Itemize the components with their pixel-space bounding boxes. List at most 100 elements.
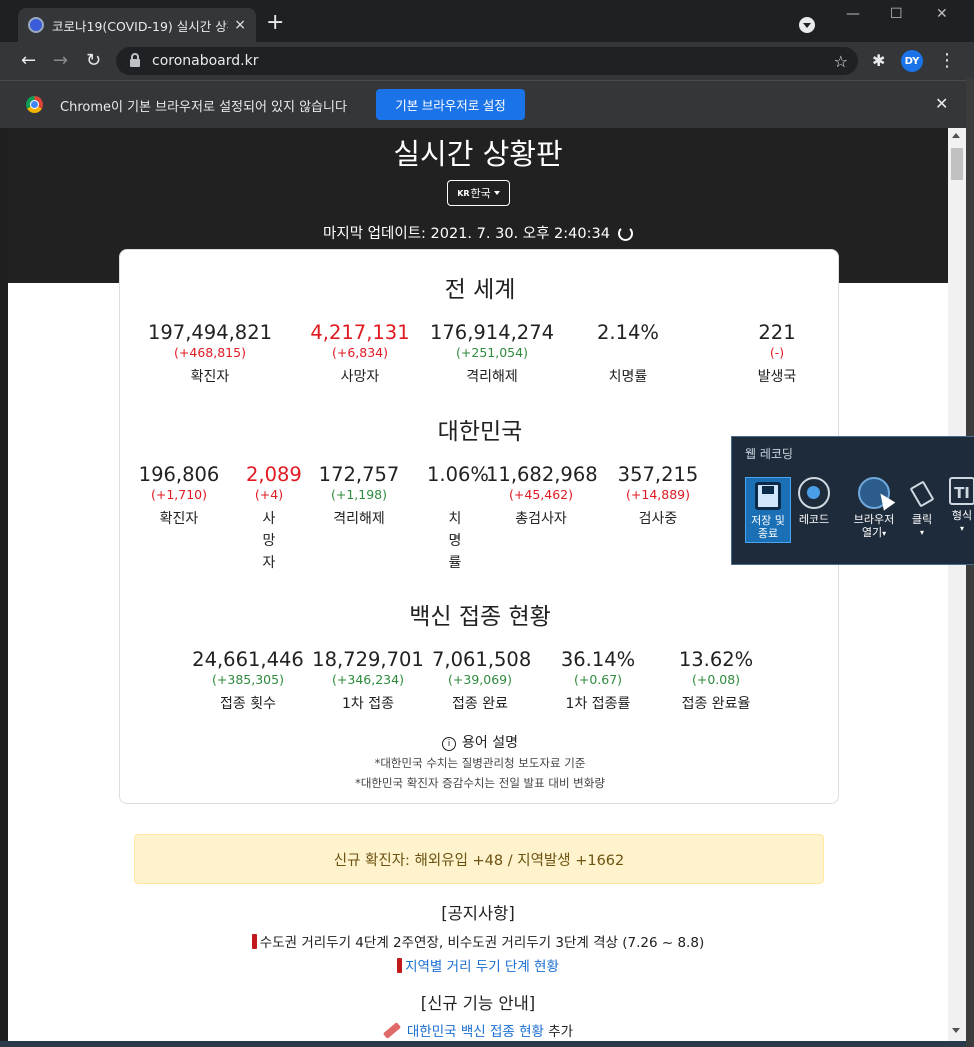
stat-delta: (+0.67) — [573, 672, 623, 687]
exclamation-icon — [397, 958, 403, 973]
stat-label: 치명률 — [448, 511, 462, 571]
caret-down-icon — [493, 191, 500, 195]
world-recovered: 176,914,274 (+251,054) 격리해제 — [424, 321, 560, 388]
stat-delta: (+45,462) — [509, 487, 573, 502]
chrome-logo-icon — [26, 96, 43, 113]
stat-label: 발생국 — [757, 369, 797, 385]
back-icon[interactable]: ← — [21, 50, 36, 71]
text-format-icon: TI — [949, 477, 974, 505]
korea-fatality: 1.06% 치명률 — [427, 463, 489, 574]
infobar-close-icon[interactable]: ✕ — [935, 94, 948, 113]
scroll-down-arrow-icon[interactable] — [952, 1028, 960, 1033]
vaccine-complete-rate: 13.62% (+0.08) 접종 완료율 — [668, 648, 764, 715]
page-title: 실시간 상황판 — [393, 137, 563, 171]
bookmark-star-icon[interactable]: ☆ — [834, 52, 848, 71]
info-icon: i — [442, 737, 456, 751]
country-flag-code: KR — [457, 188, 470, 198]
stat-label: 확진자 — [159, 511, 199, 527]
korea-confirmed: 196,806 (+1,710) 확진자 — [132, 463, 226, 530]
extensions-icon[interactable]: ✱ — [872, 51, 885, 70]
address-bar[interactable]: coronaboard.kr ☆ — [116, 47, 858, 75]
new-tab-button[interactable]: + — [266, 12, 284, 34]
save-label-2: 종료 — [757, 527, 779, 540]
stat-delta: (+346,234) — [332, 672, 404, 687]
stat-value: 36.14% — [560, 648, 636, 671]
stat-delta — [576, 345, 680, 360]
exclamation-icon — [251, 934, 257, 949]
vaccine-status-link[interactable]: 대한민국 백신 접종 현황 — [407, 1024, 544, 1040]
vaccine-first-dose: 18,729,701 (+346,234) 1차 접종 — [312, 648, 424, 715]
record-icon — [798, 477, 830, 509]
dropdown-caret-icon: ▾ — [959, 524, 964, 533]
last-updated: 마지막 업데이트: 2021. 7. 30. 오후 2:40:34 — [8, 222, 948, 243]
open-browser-button[interactable]: 브라우저 열기▾ — [850, 477, 898, 540]
dropdown-caret-icon: ▾ — [882, 529, 887, 538]
korea-deaths: 2,089 (+4) 사망자 — [246, 463, 302, 574]
stat-delta: (+4) — [254, 487, 284, 502]
stat-label: 사망자 — [340, 369, 380, 385]
reload-icon[interactable]: ↻ — [86, 50, 101, 71]
tab-search-icon[interactable] — [799, 17, 815, 33]
glossary-note-1: *대한민국 수치는 질병관리청 보도자료 기준 — [374, 756, 586, 770]
page-scrollbar[interactable] — [948, 128, 966, 1047]
browser-label-1: 브라우저 — [853, 513, 895, 526]
world-heading: 전 세계 — [444, 277, 516, 303]
stat-label: 접종 완료 — [452, 696, 508, 712]
save-and-exit-button[interactable]: 저장 및 종료 — [745, 477, 791, 543]
recording-panel-title: 웹 레코딩 — [745, 447, 793, 461]
floppy-disk-icon — [755, 482, 781, 510]
notice-text: 수도권 거리두기 4단계 2주연장, 비수도권 거리두기 3단계 격상 (7.2… — [259, 935, 705, 951]
stat-value: 196,806 — [138, 463, 220, 486]
lock-icon[interactable] — [130, 53, 140, 67]
window-close-button[interactable]: ✕ — [936, 6, 948, 22]
stat-value: 172,757 — [318, 463, 400, 486]
stat-delta: (+6,834) — [331, 345, 388, 360]
stat-label: 접종 횟수 — [220, 696, 276, 712]
distancing-levels-link[interactable]: 지역별 거리 두기 단계 현황 — [405, 959, 559, 975]
stat-label: 총검사자 — [515, 511, 567, 527]
format-button[interactable]: TI 형식 ▾ — [942, 477, 974, 535]
stat-delta: (+251,054) — [456, 345, 528, 360]
stat-value: 24,661,446 — [192, 648, 304, 671]
world-confirmed: 197,494,821 (+468,815) 확진자 — [142, 321, 278, 388]
stat-value: 4,217,131 — [310, 321, 410, 344]
stat-delta: (+0.08) — [691, 672, 741, 687]
vaccine-complete: 7,061,508 (+39,069) 접종 완료 — [432, 648, 532, 715]
glossary-link[interactable]: i 용어 설명 — [120, 732, 840, 752]
stat-label: 치명률 — [608, 369, 648, 385]
click-label: 클릭 — [911, 513, 933, 526]
korea-tested: 11,682,968 (+45,462) 총검사자 — [486, 463, 598, 530]
browser-tab[interactable]: 코로나19(COVID-19) 실시간 상황 × — [18, 8, 256, 42]
taskbar-edge — [0, 1041, 966, 1047]
profile-avatar[interactable]: DY — [901, 50, 923, 72]
maximize-button[interactable]: ☐ — [890, 6, 903, 22]
country-dropdown[interactable]: KR 한국 — [447, 180, 510, 206]
scroll-up-arrow-icon[interactable] — [952, 133, 960, 138]
stat-label: 사망자 — [262, 511, 276, 571]
vaccine-heading: 백신 접종 현황 — [409, 604, 551, 630]
stat-value: 13.62% — [678, 648, 754, 671]
stat-delta: (-) — [769, 345, 785, 360]
stat-value: 7,061,508 — [432, 648, 532, 671]
stat-delta: (+468,815) — [174, 345, 246, 360]
stat-delta: (+385,305) — [212, 672, 284, 687]
minimize-button[interactable]: — — [846, 6, 860, 22]
forward-icon[interactable]: → — [53, 50, 68, 71]
refresh-icon[interactable] — [617, 226, 633, 241]
last-updated-text: 마지막 업데이트: 2021. 7. 30. 오후 2:40:34 — [323, 226, 610, 242]
stat-value: 18,729,701 — [312, 648, 424, 671]
set-default-browser-button[interactable]: 기본 브라우저로 설정 — [376, 89, 525, 120]
record-button[interactable]: 레코드 — [790, 477, 838, 526]
notice-line-1: 수도권 거리두기 4단계 2주연장, 비수도권 거리두기 3단계 격상 (7.2… — [8, 931, 948, 951]
country-label: 한국 — [470, 187, 491, 200]
stat-value: 2,089 — [246, 463, 302, 486]
click-pointer-icon — [906, 477, 938, 509]
scrollbar-thumb[interactable] — [951, 148, 963, 180]
stat-label: 접종 완료율 — [681, 696, 751, 712]
browser-menu-icon[interactable]: ⋮ — [938, 50, 956, 71]
notice-title: [공지사항] — [441, 904, 515, 923]
features-line: 대한민국 백신 접종 현황 추가 — [8, 1020, 948, 1040]
click-button[interactable]: 클릭 ▾ — [902, 477, 942, 539]
format-label: 형식 — [951, 509, 973, 522]
tab-close-icon[interactable]: × — [234, 17, 246, 33]
